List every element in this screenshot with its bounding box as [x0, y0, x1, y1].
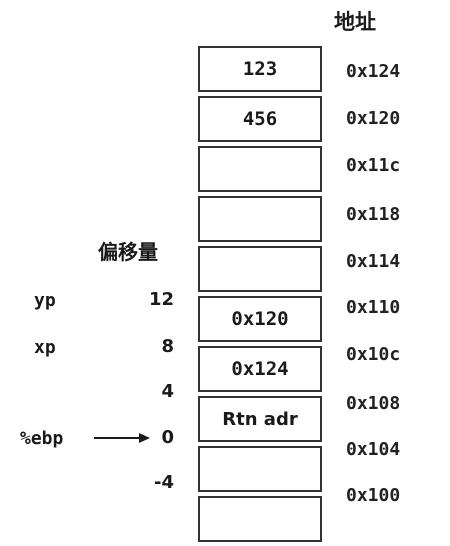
ebp-register-label: %ebp: [20, 428, 64, 449]
stack-cell-0x124: 123: [198, 46, 322, 92]
arrow-right-icon: [94, 433, 150, 443]
stack-frame-diagram: 地址 123 456 0x120 0x124 Rtn adr 0x124 0x1…: [0, 0, 450, 542]
stack-cell-0x110: 0x120: [198, 296, 322, 342]
address-label: 0x108: [346, 393, 401, 414]
stack-cell-0x114: [198, 246, 322, 292]
stack-cell-0x108: Rtn adr: [198, 396, 322, 442]
stack-cell-0x120: 456: [198, 96, 322, 142]
address-label: 0x114: [346, 251, 401, 272]
offset-label: 8: [161, 336, 174, 357]
address-label: 0x10c: [346, 344, 401, 365]
address-label: 0x124: [346, 61, 401, 82]
stack-cell-0x10c: 0x124: [198, 346, 322, 392]
offset-header: 偏移量: [98, 240, 158, 264]
stack-cell-0x118: [198, 196, 322, 242]
offset-label: 12: [148, 289, 174, 310]
variable-label-xp: xp: [34, 337, 56, 358]
offset-label: 4: [161, 381, 174, 402]
address-label: 0x110: [346, 297, 401, 318]
stack-cell-0x100: [198, 496, 322, 542]
stack-memory: 123 456 0x120 0x124 Rtn adr: [198, 46, 324, 546]
offset-label: -4: [154, 472, 174, 493]
variable-label-yp: yp: [34, 290, 56, 311]
stack-cell-0x104: [198, 446, 322, 492]
address-header: 地址: [334, 10, 376, 34]
address-label: 0x11c: [346, 155, 401, 176]
address-label: 0x100: [346, 485, 401, 506]
address-label: 0x118: [346, 204, 401, 225]
address-label: 0x104: [346, 439, 401, 460]
address-label: 0x120: [346, 108, 401, 129]
stack-cell-0x11c: [198, 146, 322, 192]
